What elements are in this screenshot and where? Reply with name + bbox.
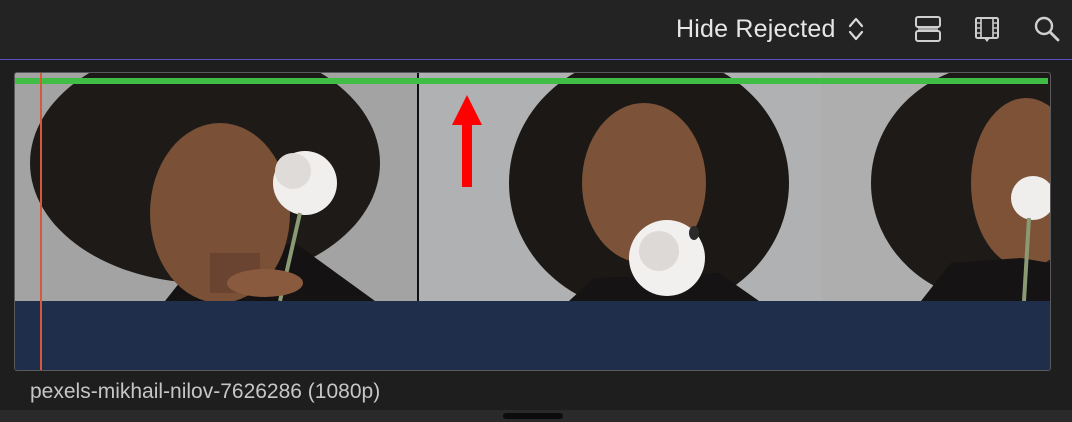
clip-name-label: pexels-mikhail-nilov-7626286 (1080p) [30, 380, 381, 403]
search-icon [1034, 16, 1060, 42]
filmstrip-icon [975, 17, 999, 42]
search-button[interactable] [1030, 12, 1064, 46]
chevron-updown-icon [848, 17, 863, 41]
filmstrip-frame [15, 73, 418, 301]
panel-resize-handle[interactable] [0, 410, 1072, 422]
clip-appearance-button[interactable] [911, 12, 945, 46]
filmstrip-frame [821, 73, 1050, 301]
clip-appearance-icon [915, 16, 941, 42]
clip-audio-area [15, 301, 1050, 370]
resize-grip [503, 413, 563, 419]
clip-thumbnail[interactable] [14, 72, 1051, 371]
annotation-arrow-icon [452, 95, 482, 187]
browser-toolbar: Hide Rejected [0, 0, 1072, 60]
clip-filmstrip [15, 73, 1050, 301]
favorite-rating-bar [15, 78, 1048, 84]
clip-filter-popup[interactable]: Hide Rejected [676, 12, 864, 46]
clip-browser: pexels-mikhail-nilov-7626286 (1080p) [0, 60, 1072, 422]
skimmer-playhead[interactable] [40, 73, 42, 370]
clip-filter-label: Hide Rejected [676, 14, 836, 43]
filmstrip-view-button[interactable] [970, 12, 1004, 46]
